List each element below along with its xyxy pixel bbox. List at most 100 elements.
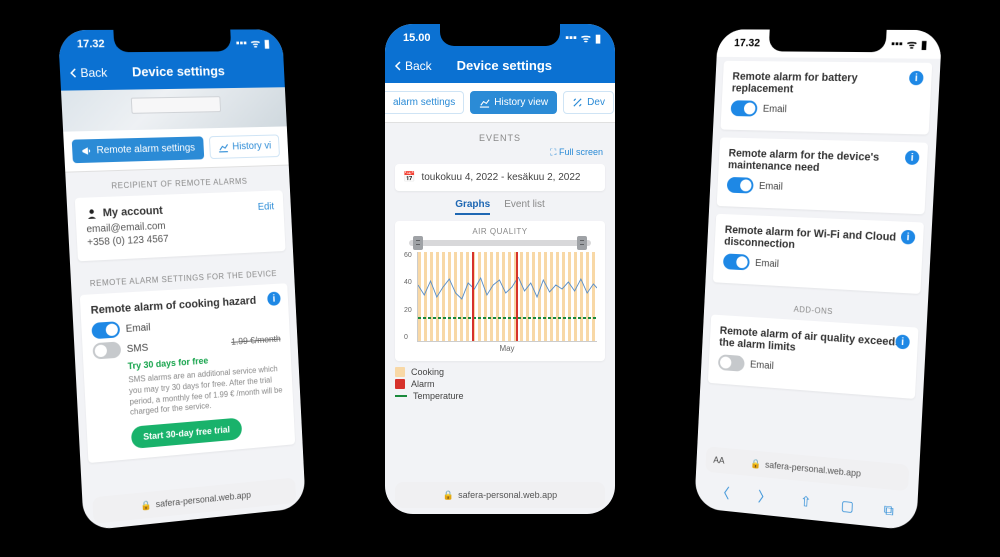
url-text: safera-personal.web.app bbox=[155, 490, 251, 510]
account-card: My account Edit email@email.com +358 (0)… bbox=[75, 190, 286, 261]
sms-description: SMS alarms are an additional service whi… bbox=[128, 364, 284, 419]
phone-left: 17.32 ▪▪▪ ᯤ ▮ Back Device settings Remot… bbox=[47, 20, 315, 543]
air-quality-chart: AIR QUALITY 6040200 bbox=[395, 221, 605, 361]
sms-price: 1.99 €/month bbox=[231, 334, 281, 347]
tab-label: alarm settings bbox=[393, 97, 455, 108]
account-label: My account bbox=[102, 205, 163, 220]
sms-toggle[interactable] bbox=[92, 341, 121, 359]
tools-icon bbox=[572, 97, 583, 108]
chart-icon bbox=[218, 142, 229, 153]
tab-label: History view bbox=[494, 97, 548, 108]
info-icon[interactable]: i bbox=[895, 334, 910, 349]
status-time: 17.32 bbox=[734, 37, 761, 49]
air-quality-series bbox=[418, 277, 597, 301]
subtab-eventlist[interactable]: Event list bbox=[504, 199, 545, 215]
slider-handle-left[interactable] bbox=[413, 236, 423, 250]
notch bbox=[440, 24, 560, 46]
back-icon[interactable]: 〈 bbox=[716, 483, 730, 504]
page-title: Device settings bbox=[402, 58, 607, 73]
date-range-selector[interactable]: 📅 toukokuu 4, 2022 - kesäkuu 2, 2022 bbox=[395, 164, 605, 191]
info-icon[interactable]: i bbox=[909, 71, 924, 85]
notch bbox=[113, 30, 231, 53]
lock-icon: 🔒 bbox=[443, 490, 454, 501]
email-label: Email bbox=[750, 359, 774, 372]
battery-icon: ▮ bbox=[264, 37, 270, 50]
slider-handle-right[interactable] bbox=[577, 236, 587, 250]
setting-title: Remote alarm for the device's maintenanc… bbox=[728, 147, 918, 177]
tab-label: History vi bbox=[232, 141, 271, 153]
nav-header: Back Device settings bbox=[385, 52, 615, 83]
tabs: alarm settings History view Dev bbox=[385, 83, 615, 123]
events-head: EVENTS bbox=[385, 123, 615, 147]
hero-image bbox=[61, 87, 287, 131]
temperature-series bbox=[418, 317, 597, 319]
chart-icon bbox=[479, 97, 490, 108]
url-text: safera-personal.web.app bbox=[765, 460, 861, 479]
maintenance-alarm-card: i Remote alarm for the device's maintena… bbox=[717, 137, 928, 214]
chart-title: AIR QUALITY bbox=[403, 227, 597, 236]
tab-history[interactable]: History view bbox=[470, 91, 557, 114]
alarm-swatch bbox=[395, 379, 405, 389]
x-axis-label: May bbox=[417, 344, 597, 353]
email-toggle[interactable] bbox=[718, 354, 745, 372]
fullscreen-button[interactable]: ⛶ Full screen bbox=[385, 147, 615, 164]
megaphone-icon bbox=[81, 145, 93, 157]
email-label: Email bbox=[125, 322, 150, 335]
status-time: 15.00 bbox=[403, 32, 431, 44]
setting-title: Remote alarm for battery replacement bbox=[732, 71, 922, 98]
tab-remote-alarm[interactable]: alarm settings bbox=[385, 91, 464, 114]
signal-icon: ▪▪▪ bbox=[236, 37, 248, 49]
tab-label: Dev bbox=[587, 97, 605, 108]
url-bar[interactable]: 🔒 safera-personal.web.app bbox=[395, 482, 605, 508]
signal-icon: ▪▪▪ bbox=[565, 32, 577, 44]
notch bbox=[769, 30, 887, 53]
wifi-icon: ᯤ bbox=[581, 31, 591, 46]
tabs-icon[interactable]: ⧉ bbox=[883, 501, 894, 519]
forward-icon[interactable]: 〉 bbox=[757, 487, 771, 508]
chart-plot[interactable]: 6040200 bbox=[417, 252, 597, 342]
tab-label: Remote alarm settings bbox=[96, 143, 195, 157]
signal-icon: ▪▪▪ bbox=[891, 38, 903, 50]
temperature-swatch bbox=[395, 395, 407, 397]
setting-title: Remote alarm for Wi-Fi and Cloud disconn… bbox=[724, 224, 913, 257]
tab-history[interactable]: History vi bbox=[209, 134, 280, 159]
y-axis: 6040200 bbox=[404, 252, 412, 341]
nav-header: Back Device settings bbox=[59, 57, 285, 91]
cooking-swatch bbox=[395, 367, 405, 377]
email-label: Email bbox=[759, 180, 783, 192]
info-icon[interactable]: i bbox=[905, 150, 920, 165]
page-title: Device settings bbox=[77, 63, 277, 80]
tab-remote-alarm[interactable]: Remote alarm settings bbox=[72, 136, 205, 163]
battery-alarm-card: i Remote alarm for battery replacement E… bbox=[720, 61, 932, 135]
share-icon[interactable]: ⇧ bbox=[800, 492, 812, 510]
email-toggle[interactable] bbox=[730, 100, 757, 116]
start-trial-button[interactable]: Start 30-day free trial bbox=[131, 418, 242, 449]
subtabs: Graphs Event list bbox=[385, 199, 615, 215]
info-icon[interactable]: i bbox=[901, 230, 916, 245]
wifi-alarm-card: i Remote alarm for Wi-Fi and Cloud disco… bbox=[713, 214, 924, 294]
email-label: Email bbox=[755, 257, 779, 269]
wifi-icon: ᯤ bbox=[250, 36, 260, 51]
email-toggle[interactable] bbox=[727, 177, 754, 194]
battery-icon: ▮ bbox=[921, 38, 928, 51]
bookmarks-icon[interactable]: ▢ bbox=[840, 496, 854, 514]
lock-icon: 🔒 bbox=[750, 458, 761, 470]
email-label: Email bbox=[763, 103, 787, 114]
chart-range-slider[interactable] bbox=[409, 240, 591, 246]
tab-device[interactable]: Dev bbox=[563, 91, 614, 114]
email-toggle[interactable] bbox=[91, 321, 120, 339]
subtab-graphs[interactable]: Graphs bbox=[455, 199, 490, 215]
alarm-marker bbox=[516, 252, 518, 341]
expand-icon: ⛶ bbox=[550, 147, 556, 157]
edit-button[interactable]: Edit bbox=[258, 201, 275, 212]
phone-right: 17.32 ▪▪▪ ᯤ ▮ i Remote alarm for battery… bbox=[685, 20, 953, 543]
email-toggle[interactable] bbox=[723, 253, 750, 270]
phone-center: 15.00 ▪▪▪ ᯤ ▮ Back Device settings alarm… bbox=[375, 14, 625, 524]
lock-icon: 🔒 bbox=[140, 499, 152, 511]
chart-legend: Cooking Alarm Temperature bbox=[395, 367, 605, 401]
calendar-icon: 📅 bbox=[403, 172, 415, 183]
text-size-button[interactable]: AA bbox=[713, 455, 725, 466]
alarm-marker bbox=[472, 252, 474, 341]
status-time: 17.32 bbox=[77, 38, 105, 50]
battery-icon: ▮ bbox=[595, 32, 601, 45]
